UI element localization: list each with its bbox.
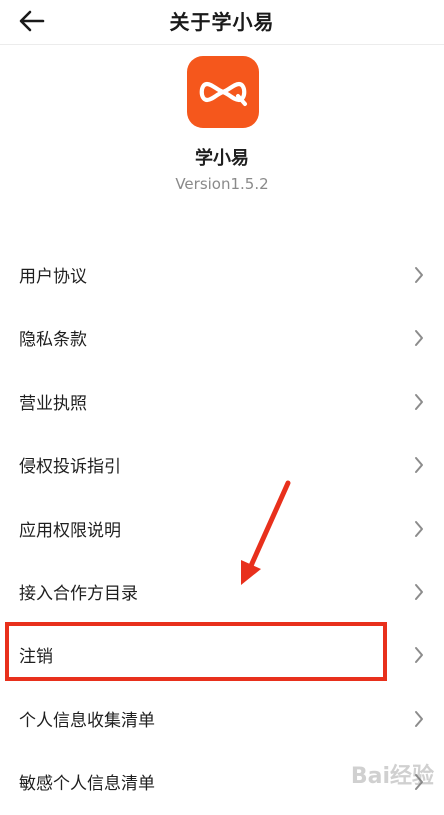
chevron-right-icon (415, 393, 423, 410)
infinity-logo-icon (199, 81, 247, 106)
app-version: Version1.5.2 (175, 175, 269, 193)
menu-item-privacy-terms[interactable]: 隐私条款 (0, 307, 444, 370)
menu-item-label: 敏感个人信息清单 (19, 774, 155, 795)
about-menu-list: 用户协议 隐私条款 营业执照 侵权投诉指引 应用权限说明 接入合作方目录 注销 … (0, 244, 444, 815)
menu-item-label: 用户协议 (19, 267, 87, 287)
chevron-right-icon (415, 710, 423, 727)
app-name: 学小易 (195, 148, 249, 169)
menu-item-label: 个人信息收集清单 (19, 710, 155, 731)
chevron-right-icon (415, 520, 423, 537)
menu-item-permissions[interactable]: 应用权限说明 (0, 498, 444, 561)
watermark: Bai经验 (350, 764, 434, 789)
top-app-bar: 关于学小易 (0, 0, 444, 44)
chevron-right-icon (415, 267, 423, 283)
menu-item-deactivate-account[interactable]: 注销 (0, 624, 444, 687)
chevron-right-icon (415, 583, 423, 600)
chevron-right-icon (415, 330, 423, 347)
menu-item-label: 隐私条款 (19, 330, 87, 351)
menu-item-infringement-guide[interactable]: 侵权投诉指引 (0, 434, 444, 497)
menu-item-label: 接入合作方目录 (19, 583, 138, 604)
chevron-right-icon (415, 647, 423, 664)
menu-item-label: 侵权投诉指引 (19, 457, 121, 478)
menu-item-partners[interactable]: 接入合作方目录 (0, 561, 444, 624)
header-divider (0, 44, 444, 45)
page-title: 关于学小易 (169, 10, 275, 34)
menu-item-label: 应用权限说明 (19, 520, 121, 541)
menu-item-personal-info-list[interactable]: 个人信息收集清单 (0, 688, 444, 751)
menu-item-user-agreement[interactable]: 用户协议 (0, 244, 444, 307)
menu-item-business-license[interactable]: 营业执照 (0, 371, 444, 434)
menu-item-label: 注销 (19, 647, 53, 668)
app-logo (187, 56, 259, 128)
menu-item-label: 营业执照 (19, 393, 87, 414)
chevron-right-icon (415, 457, 423, 474)
